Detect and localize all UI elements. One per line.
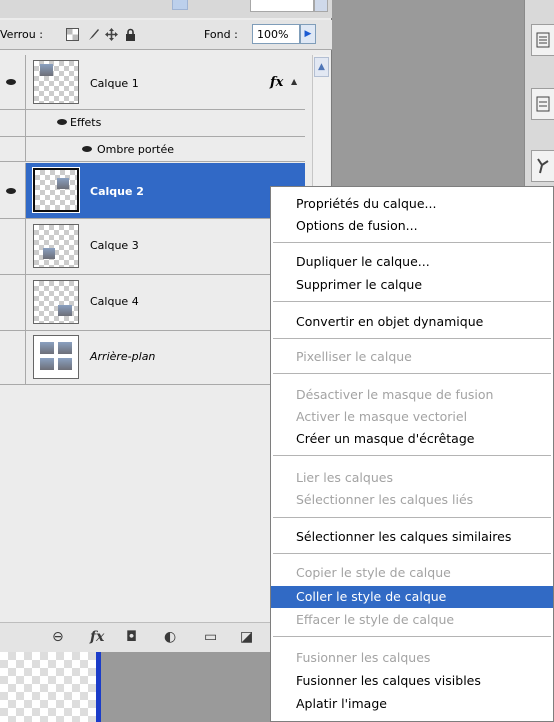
menu-item-paste-layer-style[interactable]: Coller le style de calque <box>271 586 553 608</box>
layer-thumbnail <box>33 335 79 379</box>
layer-thumbnail <box>33 280 79 324</box>
thumbnail-image <box>58 342 72 354</box>
menu-item-enable-vector-mask: Activer le masque vectoriel <box>296 409 468 424</box>
eye-icon[interactable] <box>57 119 67 125</box>
lock-all-icon[interactable] <box>124 28 137 41</box>
menu-item-select-linked-layers: Sélectionner les calques liés <box>296 492 474 507</box>
layer-row-calque-4[interactable]: Calque 4 <box>0 275 305 331</box>
thumbnail-image <box>58 305 72 316</box>
visibility-column <box>0 137 26 161</box>
menu-item-create-clipping-mask[interactable]: Créer un masque d'écrêtage <box>271 428 553 450</box>
menu-item-flatten-image[interactable]: Aplatir l'image <box>271 693 553 715</box>
eye-icon[interactable] <box>82 146 92 152</box>
document-canvas <box>0 652 96 722</box>
menu-item-layer-properties[interactable]: Propriétés du calque... <box>271 193 553 215</box>
lock-paint-icon[interactable] <box>87 28 100 41</box>
opacity-field-edge[interactable] <box>250 0 314 12</box>
expand-effects-icon[interactable]: ▲ <box>291 77 297 86</box>
layer-name[interactable]: Calque 4 <box>90 295 139 308</box>
menu-item-merge-visible[interactable]: Fusionner les calques visibles <box>271 670 553 692</box>
dock-button-tool[interactable] <box>531 150 554 182</box>
layer-row-background[interactable]: Arrière-plan <box>0 331 305 385</box>
dock-button-info[interactable] <box>531 88 554 120</box>
menu-item-convert-smart-object[interactable]: Convertir en objet dynamique <box>271 311 553 333</box>
layer-thumbnail <box>33 60 79 104</box>
menu-separator <box>273 338 551 339</box>
document-icon <box>536 96 550 112</box>
add-mask-icon[interactable]: ◘ <box>126 629 137 645</box>
thumbnail-image <box>40 342 54 354</box>
fill-input[interactable]: 100% <box>252 24 300 44</box>
menu-item-select-similar-layers[interactable]: Sélectionner les calques similaires <box>271 526 553 548</box>
fx-icon[interactable]: fx <box>270 75 283 90</box>
menu-separator <box>273 517 551 518</box>
drop-shadow-label: Ombre portée <box>97 143 174 156</box>
new-layer-icon[interactable]: ◪ <box>240 629 253 645</box>
eye-icon <box>6 188 16 194</box>
menu-separator <box>273 242 551 243</box>
opacity-arrow[interactable] <box>314 0 328 12</box>
lock-position-icon[interactable] <box>105 28 118 41</box>
thumbnail-image <box>58 358 72 370</box>
link-layers-icon[interactable]: ⊖ <box>52 629 64 645</box>
layer-row-calque-1[interactable]: Calque 1 fx ▲ <box>0 55 305 110</box>
layer-context-menu: Propriétés du calque... Options de fusio… <box>270 186 554 722</box>
layer-name[interactable]: Calque 2 <box>90 185 144 198</box>
menu-item-delete-layer[interactable]: Supprimer le calque <box>271 274 553 296</box>
menu-separator <box>273 373 551 374</box>
new-group-icon[interactable]: ▭ <box>204 629 217 645</box>
dock-button-history[interactable] <box>531 24 554 56</box>
layer-row-calque-3[interactable]: Calque 3 <box>0 219 305 275</box>
history-icon <box>536 32 550 48</box>
menu-item-copy-layer-style: Copier le style de calque <box>296 565 451 580</box>
layer-thumbnail <box>32 167 80 213</box>
menu-item-blending-options[interactable]: Options de fusion... <box>271 215 553 237</box>
menu-item-duplicate-layer[interactable]: Dupliquer le calque... <box>271 251 553 273</box>
panel-top-strip <box>0 0 332 18</box>
visibility-toggle[interactable] <box>0 219 26 274</box>
menu-separator <box>273 553 551 554</box>
effects-label: Effets <box>70 116 102 129</box>
layer-name[interactable]: Arrière-plan <box>90 350 155 363</box>
adjustment-layer-icon[interactable]: ◐ <box>164 629 176 645</box>
lock-transparency-icon[interactable] <box>66 28 79 41</box>
eye-icon <box>6 79 16 85</box>
workspace-background <box>101 652 271 722</box>
add-style-icon[interactable]: fx <box>90 629 104 645</box>
fill-arrow-icon[interactable]: ▶ <box>300 24 316 44</box>
layer-thumbnail <box>33 224 79 268</box>
tool-icon <box>537 158 549 174</box>
thumbnail-image <box>40 64 53 76</box>
thumbnail-image <box>40 358 54 370</box>
menu-separator <box>273 301 551 302</box>
menu-separator <box>273 636 551 637</box>
scroll-up-icon[interactable]: ▲ <box>314 57 329 77</box>
visibility-toggle[interactable] <box>0 331 26 384</box>
lock-label: Verrou : <box>0 28 43 41</box>
layer-row-calque-2[interactable]: Calque 2 <box>0 163 305 219</box>
menu-item-clear-layer-style: Effacer le style de calque <box>296 612 455 627</box>
menu-item-merge-layers: Fusionner les calques <box>296 650 431 665</box>
visibility-toggle[interactable] <box>0 163 26 218</box>
blend-mode-dropdown-edge[interactable] <box>172 0 188 10</box>
thumbnail-image <box>57 178 69 189</box>
effect-row-drop-shadow[interactable]: Ombre portée <box>0 136 305 162</box>
menu-item-rasterize-layer: Pixelliser le calque <box>296 349 412 364</box>
visibility-toggle[interactable] <box>0 55 26 109</box>
visibility-column <box>0 110 26 136</box>
layer-name[interactable]: Calque 3 <box>90 239 139 252</box>
thumbnail-image <box>43 248 55 259</box>
effects-row[interactable]: Effets <box>0 110 305 136</box>
lock-row: Verrou : Fond : 100% ▶ <box>0 20 332 50</box>
visibility-toggle[interactable] <box>0 275 26 330</box>
layer-name[interactable]: Calque 1 <box>90 77 139 90</box>
menu-item-link-layers: Lier les calques <box>296 470 393 485</box>
fill-label: Fond : <box>204 28 238 41</box>
menu-item-disable-layer-mask: Désactiver le masque de fusion <box>296 387 494 402</box>
menu-separator <box>273 455 551 456</box>
